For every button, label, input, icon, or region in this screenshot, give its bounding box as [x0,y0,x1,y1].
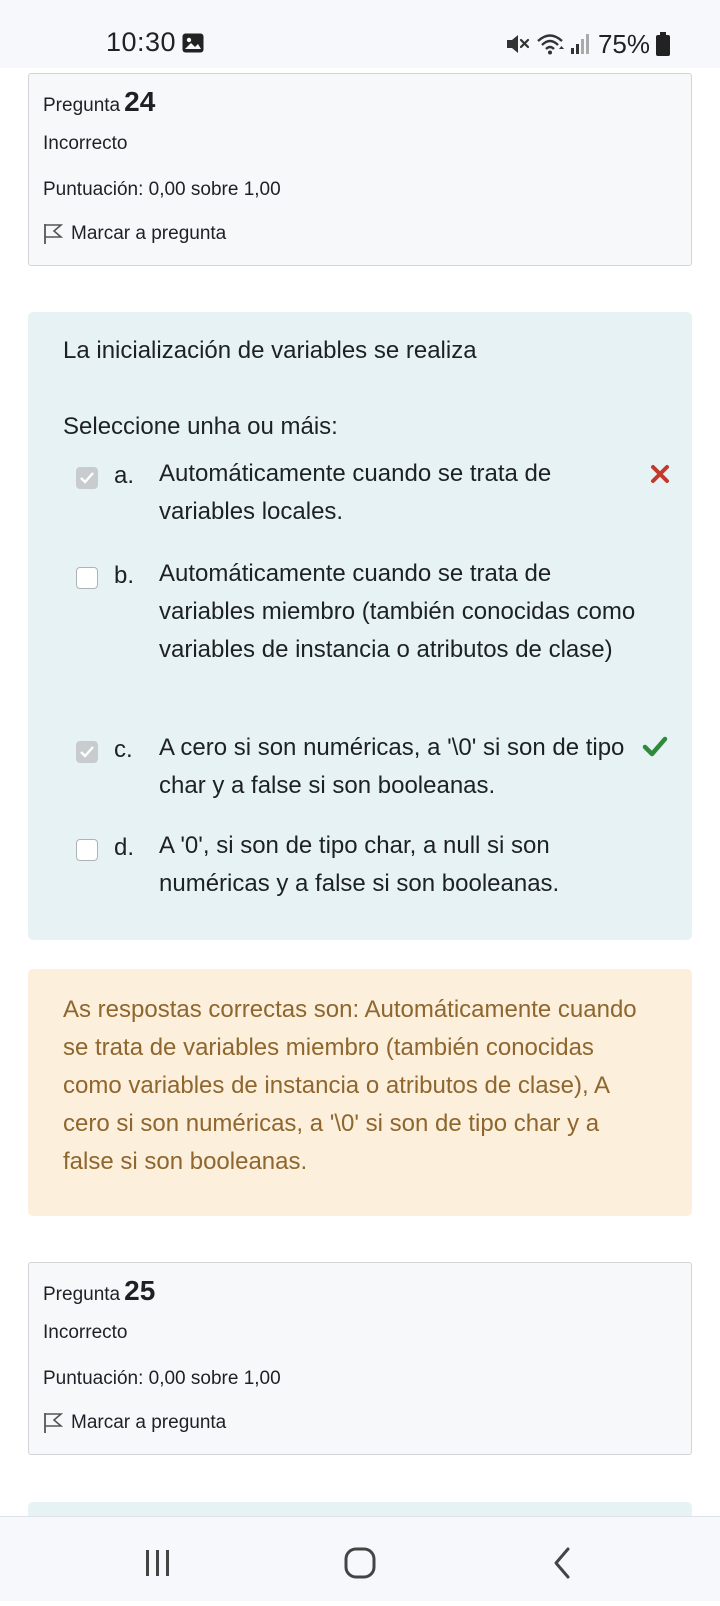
flag-question-label: Marcar a pregunta [71,223,227,244]
question-label: Pregunta [43,1284,121,1305]
question-state: Incorrecto [43,1322,128,1343]
checkbox-a[interactable] [76,467,98,489]
question-number: 24 [124,86,156,117]
checkbox-d[interactable] [76,839,98,861]
image-icon [182,33,204,53]
question-25-info: Pregunta 25 Incorrecto Puntuación: 0,00 s… [28,1262,692,1455]
question-text: La inicialización de variables se realiz… [63,337,477,364]
back-button[interactable] [502,1517,622,1601]
option-text: A '0', si son de tipo char, a null si so… [159,832,560,897]
flag-icon [44,224,63,244]
flag-question-link[interactable]: Marcar a pregunta [43,1412,226,1434]
status-bar: 10:30 75% [0,0,720,68]
checkmark-icon [80,746,94,758]
incorrect-icon [651,465,669,483]
battery-icon [656,32,670,56]
battery-percent: 75% [597,28,650,59]
option-text: Automáticamente cuando se trata de varia… [159,460,552,525]
checkmark-icon [80,472,94,484]
back-icon [554,1547,570,1579]
question-title: Pregunta 24 [43,86,155,118]
option-letter: c. [114,736,133,763]
signal-icon [570,34,589,54]
answer-prompt: Seleccione unha ou máis: [63,413,338,440]
question-content: La inicialización de variables se realiz… [28,312,692,940]
option-text: A cero si son numéricas, a '\0' si son d… [159,734,625,799]
question-grade: Puntuación: 0,00 sobre 1,00 [43,179,281,200]
feedback-text: As respostas correctas son: Automáticame… [63,996,637,1175]
home-button[interactable] [300,1517,420,1601]
question-24-info: Pregunta 24 Incorrecto Puntuación: 0,00 s… [28,73,692,266]
recent-apps-icon [146,1550,169,1576]
flag-icon [44,1413,63,1433]
home-icon [344,1547,376,1579]
checkbox-b[interactable] [76,567,98,589]
question-title: Pregunta 25 [43,1275,155,1307]
question-number: 25 [124,1275,156,1306]
correct-icon [642,736,668,757]
correct-answer-feedback: As respostas correctas son: Automáticame… [28,969,692,1216]
flag-question-label: Marcar a pregunta [71,1412,227,1433]
question-label: Pregunta [43,95,121,116]
option-text: Automáticamente cuando se trata de varia… [159,560,636,663]
flag-question-link[interactable]: Marcar a pregunta [43,223,226,245]
option-letter: d. [114,834,135,861]
status-time: 10:30 [106,27,177,57]
checkbox-c[interactable] [76,741,98,763]
question-grade: Puntuación: 0,00 sobre 1,00 [43,1368,281,1389]
question-state: Incorrecto [43,133,128,154]
mute-icon [506,35,530,53]
option-letter: a. [114,462,135,489]
recent-apps-button[interactable] [98,1517,218,1601]
option-letter: b. [114,562,135,589]
navigation-bar [0,1516,720,1601]
wifi-icon [537,34,564,55]
